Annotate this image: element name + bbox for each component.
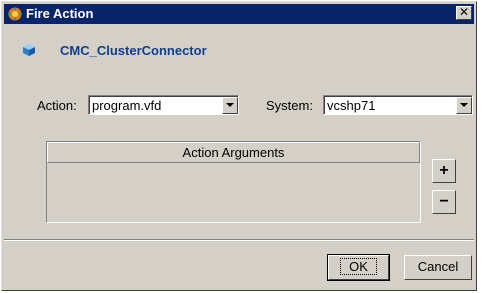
chevron-down-icon — [460, 103, 468, 107]
chevron-down-icon — [226, 103, 234, 107]
system-value: vcshp71 — [327, 98, 376, 113]
ok-label: OK — [340, 258, 377, 275]
system-dropdown-button[interactable] — [456, 97, 472, 114]
system-select[interactable]: vcshp71 — [323, 95, 473, 115]
action-arguments-table[interactable]: Action Arguments — [46, 141, 421, 223]
window-title: Fire Action — [26, 6, 94, 21]
action-dropdown-button[interactable] — [222, 97, 238, 114]
app-icon — [7, 6, 23, 22]
ok-button[interactable]: OK — [327, 254, 390, 281]
action-select[interactable]: program.vfd — [88, 95, 239, 115]
divider — [4, 239, 474, 241]
close-icon: ✕ — [458, 5, 470, 19]
resource-name: CMC_ClusterConnector — [60, 43, 207, 58]
column-header-action-arguments[interactable]: Action Arguments — [47, 142, 420, 163]
close-button[interactable]: ✕ — [456, 6, 472, 20]
cancel-button[interactable]: Cancel — [404, 255, 472, 280]
system-label: System: — [266, 98, 313, 113]
title-bar[interactable]: Fire Action ✕ — [4, 4, 474, 24]
cube-icon — [22, 43, 36, 57]
action-value: program.vfd — [92, 98, 162, 113]
remove-argument-button[interactable]: − — [432, 190, 456, 214]
add-argument-button[interactable]: + — [432, 159, 456, 183]
action-label: Action: — [37, 98, 77, 113]
fire-action-dialog: Fire Action ✕ CMC_ClusterConnector Actio… — [1, 1, 477, 291]
